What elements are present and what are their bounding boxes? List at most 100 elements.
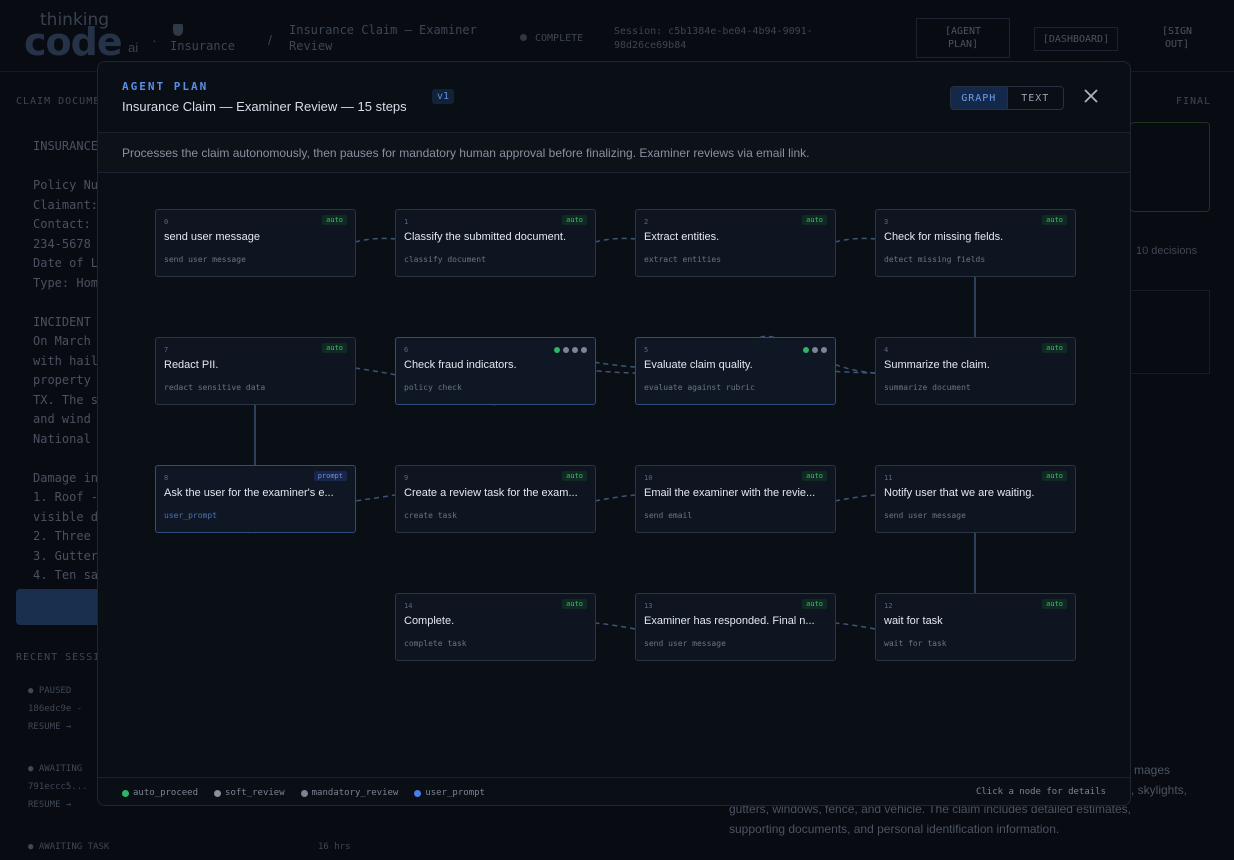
graph-view-button[interactable]: GRAPH xyxy=(951,87,1007,109)
plan-node-7[interactable]: 7 auto Redact PII. redact sensitive data xyxy=(155,337,356,405)
plan-node-8[interactable]: 8 prompt Ask the user for the examiner's… xyxy=(155,465,356,533)
plan-node-0[interactable]: 0 auto send user message send user messa… xyxy=(155,209,356,277)
plan-node-14[interactable]: 14 auto Complete. complete task xyxy=(395,593,596,661)
resume-link[interactable]: RESUME → xyxy=(28,722,71,732)
node-number: 1 xyxy=(404,218,409,226)
plan-node-13[interactable]: 13 auto Examiner has responded. Final n.… xyxy=(635,593,836,661)
node-title: Classify the submitted document. xyxy=(404,231,567,243)
doc-line: INSURANCE xyxy=(33,139,99,153)
node-action: summarize document xyxy=(884,383,971,392)
edge xyxy=(594,622,636,630)
logo[interactable]: thinking code ai xyxy=(24,10,144,64)
auto-badge: auto xyxy=(802,471,827,481)
plan-node-1[interactable]: 1 auto Classify the submitted document. … xyxy=(395,209,596,277)
session-status: ● AWAITING TASK xyxy=(28,842,110,852)
node-action: policy check xyxy=(404,383,462,392)
session-id[interactable]: 791eccc5... xyxy=(28,782,88,792)
agent-plan-button[interactable]: [AGENT PLAN] xyxy=(916,18,1010,58)
breadcrumb-current-2: Review xyxy=(289,39,333,53)
edge xyxy=(834,622,876,630)
plan-node-3[interactable]: 3 auto Check for missing fields. detect … xyxy=(875,209,1076,277)
node-number: 10 xyxy=(644,474,653,482)
final-label: FINAL xyxy=(1176,96,1212,107)
legend-label: auto_proceed xyxy=(133,788,199,798)
final-panel xyxy=(1130,122,1210,212)
session-id-2: 98d26ce69b84 xyxy=(614,40,687,51)
doc-line: INCIDENT xyxy=(33,315,91,329)
legend-item-mandatory-review: mandatory_review xyxy=(300,788,399,798)
status-dot xyxy=(520,34,527,41)
auto-badge: auto xyxy=(322,343,347,353)
modal-header: AGENT PLAN Insurance Claim — Examiner Re… xyxy=(98,62,1130,133)
graph-canvas[interactable]: 0 auto send user message send user messa… xyxy=(98,173,1130,777)
plan-description: Processes the claim autonomously, then p… xyxy=(122,146,810,160)
doc-line: National xyxy=(33,432,91,446)
summary-text-line: , skylights, xyxy=(1131,783,1188,797)
review-level-indicator xyxy=(803,347,827,353)
auto-badge: auto xyxy=(1042,599,1067,609)
summary-text-line: supporting documents, and personal ident… xyxy=(729,822,1060,836)
node-title: Create a review task for the exam... xyxy=(404,487,578,499)
click-hint: Click a node for details xyxy=(975,787,1106,797)
text-view-button[interactable]: TEXT xyxy=(1006,87,1064,109)
node-action: wait for task xyxy=(884,639,947,648)
auto-badge: auto xyxy=(562,215,587,225)
plan-node-6[interactable]: 6 Check fraud indicators. policy check xyxy=(395,337,596,405)
node-title: Examiner has responded. Final n... xyxy=(644,615,815,627)
session-status: ● AWAITING xyxy=(28,764,83,774)
doc-line: 234-5678 xyxy=(33,237,91,251)
close-icon xyxy=(1084,89,1098,103)
description-bar: Processes the claim autonomously, then p… xyxy=(98,133,1130,173)
status-badge: COMPLETE xyxy=(535,33,584,44)
auto-badge: auto xyxy=(1042,471,1067,481)
modal-eyebrow: AGENT PLAN xyxy=(122,80,209,93)
resume-link[interactable]: RESUME → xyxy=(28,800,71,810)
legend-item-auto-proceed: auto_proceed xyxy=(122,788,198,798)
close-button[interactable] xyxy=(1081,86,1101,106)
node-number: 12 xyxy=(884,602,893,610)
dashboard-button[interactable]: [DASHBOARD] xyxy=(1034,27,1118,51)
legend-dot xyxy=(122,789,129,797)
breadcrumb-separator: / xyxy=(268,32,272,48)
plan-node-5[interactable]: 5 Evaluate claim quality. evaluate again… xyxy=(635,337,836,405)
legend-item-soft-review: soft_review xyxy=(214,788,285,798)
view-toggle: GRAPH TEXT xyxy=(950,86,1064,110)
legend-dot xyxy=(414,789,422,797)
node-title: send user message xyxy=(164,231,260,243)
plan-node-10[interactable]: 10 auto Email the examiner with the revi… xyxy=(635,465,836,533)
node-number: 11 xyxy=(884,474,893,482)
node-action: extract entities xyxy=(644,255,722,264)
sign-out-button[interactable]: [SIGN OUT] xyxy=(1142,18,1212,58)
plan-node-11[interactable]: 11 auto Notify user that we are waiting.… xyxy=(875,465,1076,533)
submit-claim-button[interactable] xyxy=(16,589,106,625)
node-number: 4 xyxy=(884,346,889,354)
node-number: 8 xyxy=(164,474,169,482)
doc-line: and wind xyxy=(33,412,91,426)
session-id[interactable]: 186edc9e - xyxy=(28,704,82,714)
node-action: redact sensitive data xyxy=(164,383,266,392)
node-title: Email the examiner with the revie... xyxy=(644,487,816,499)
node-action: send user message xyxy=(644,639,726,648)
legend-label: soft_review xyxy=(225,788,285,798)
doc-line: with hail xyxy=(33,354,99,368)
plan-node-4[interactable]: 4 auto Summarize the claim. summarize do… xyxy=(875,337,1076,405)
plan-node-12[interactable]: 12 auto wait for task wait for task xyxy=(875,593,1076,661)
legend-label: mandatory_review xyxy=(311,788,399,798)
breadcrumb-insurance[interactable]: Insurance xyxy=(170,38,235,54)
node-number: 2 xyxy=(644,218,649,226)
sign-out-label-2: OUT] xyxy=(1164,39,1190,50)
session-age: 16 hrs xyxy=(318,842,351,852)
node-title: Check for missing fields. xyxy=(884,231,1004,243)
review-level-indicator xyxy=(554,347,587,353)
version-badge: v1 xyxy=(432,89,455,104)
doc-line: 1. Roof - xyxy=(33,490,99,504)
legend-label: user_prompt xyxy=(425,788,485,798)
node-action: send user message xyxy=(164,255,246,264)
node-number: 13 xyxy=(644,602,653,610)
agent-plan-label-1: [AGENT xyxy=(944,26,982,37)
doc-line: Claimant: xyxy=(33,198,99,212)
node-action: user_prompt xyxy=(164,511,217,520)
plan-node-9[interactable]: 9 auto Create a review task for the exam… xyxy=(395,465,596,533)
logo-code: code xyxy=(24,20,123,64)
plan-node-2[interactable]: 2 auto Extract entities. extract entitie… xyxy=(635,209,836,277)
